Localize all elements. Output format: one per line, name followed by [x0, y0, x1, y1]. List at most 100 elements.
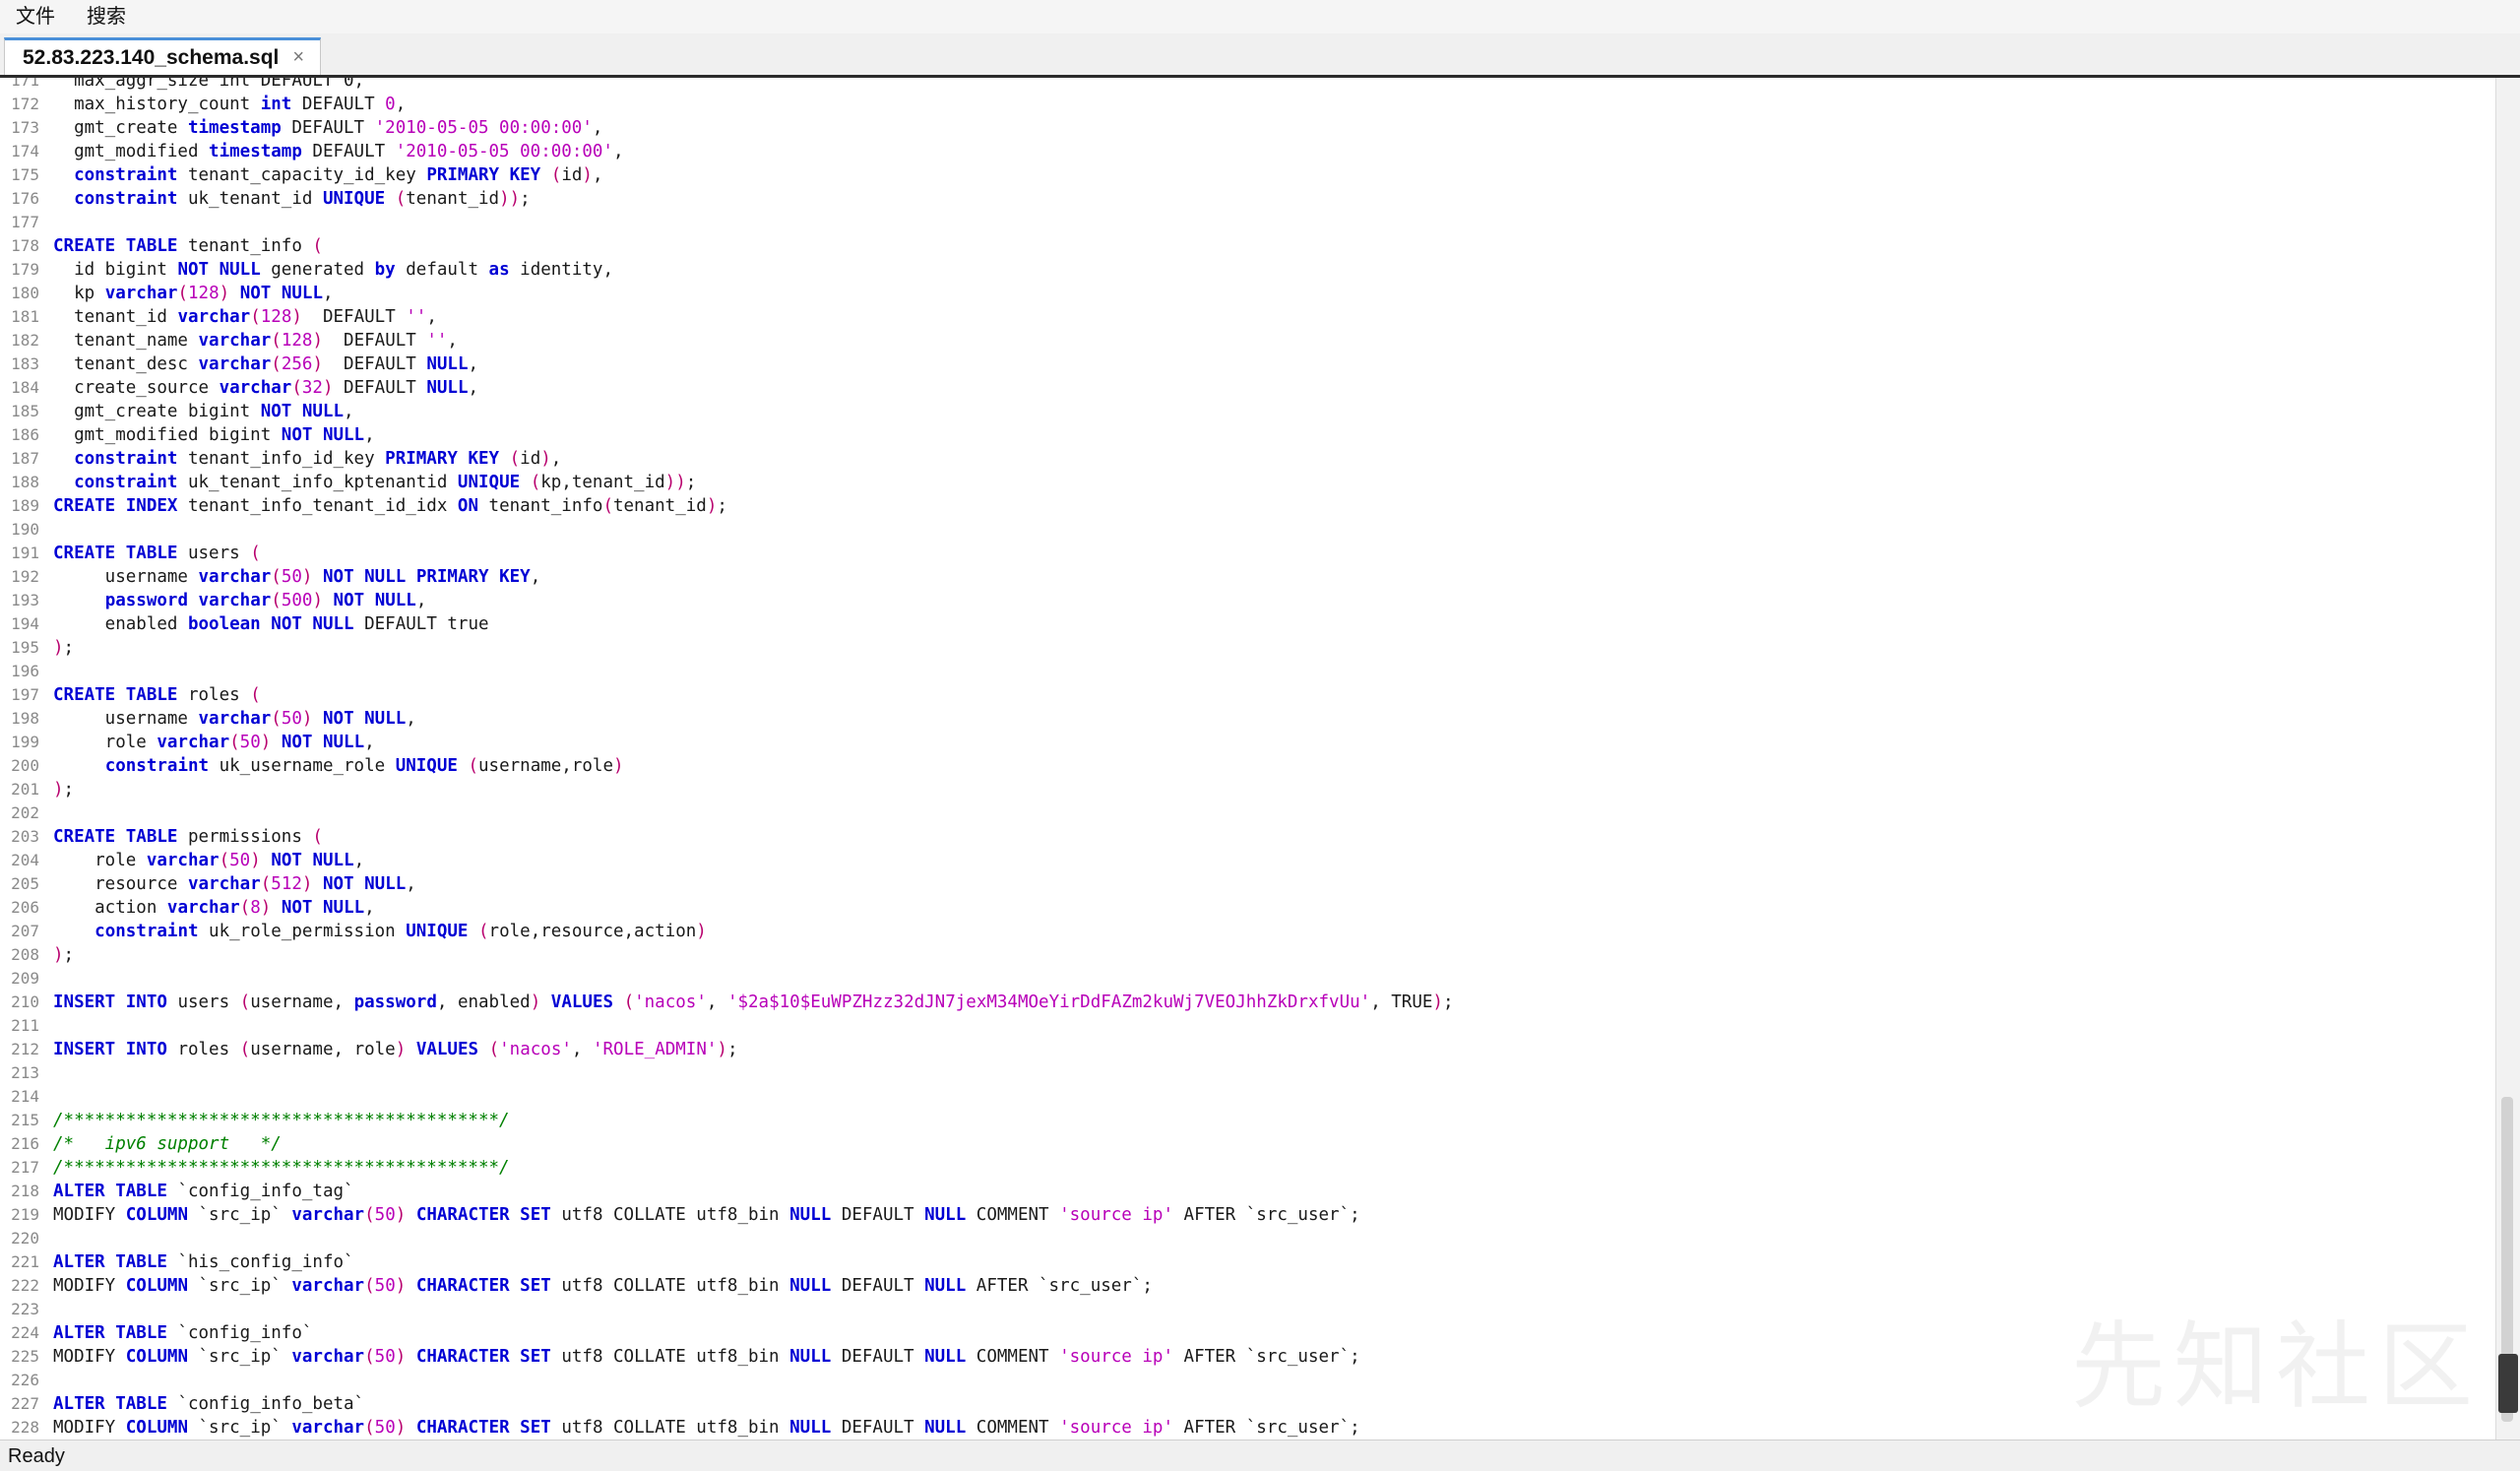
code-line: 199 role varchar(50) NOT NULL,	[0, 731, 2496, 754]
line-number: 201	[11, 780, 39, 799]
status-bar: Ready	[0, 1440, 2520, 1471]
code-line: 179 id bigint NOT NULL generated by defa…	[0, 258, 2496, 282]
code-line: 211	[0, 1014, 2496, 1038]
line-code: constraint uk_username_role UNIQUE (user…	[53, 754, 624, 778]
code-token: (	[395, 189, 407, 209]
code-token: NOT NULL	[271, 851, 354, 870]
code-token: VALUES	[415, 1040, 479, 1059]
code-token: MODIFY	[53, 1418, 126, 1438]
menu-file[interactable]: 文件	[0, 0, 71, 33]
code-token: username,	[250, 992, 354, 1012]
code-token: (	[468, 756, 479, 776]
line-code: CREATE TABLE users (	[53, 542, 261, 565]
code-token: )	[301, 874, 313, 894]
code-token: NULL	[789, 1205, 832, 1225]
code-token: )	[322, 378, 334, 398]
line-code: gmt_create timestamp DEFAULT '2010-05-05…	[53, 116, 602, 140]
code-token: 'source ip'	[1059, 1418, 1173, 1438]
code-token: )	[53, 780, 64, 800]
code-token: timestamp	[187, 118, 282, 138]
line-number: 208	[11, 945, 39, 964]
code-token: NOT NULL	[177, 260, 261, 280]
code-token: (	[239, 898, 251, 918]
close-icon[interactable]: ×	[292, 46, 304, 69]
line-number: 191	[11, 544, 39, 562]
code-token: varchar	[198, 591, 272, 610]
code-token: DEFAULT	[301, 307, 407, 327]
line-number: 217	[11, 1158, 39, 1177]
code-line: 204 role varchar(50) NOT NULL,	[0, 849, 2496, 872]
code-line: 207 constraint uk_role_permission UNIQUE…	[0, 920, 2496, 943]
code-token: )	[717, 1040, 727, 1059]
line-number: 205	[11, 874, 39, 893]
code-editor[interactable]: 171 max_aggr_size int DEFAULT 0, 172 max_…	[0, 78, 2496, 1440]
code-token: '2010-05-05 00:00:00'	[374, 118, 593, 138]
code-line: 178 CREATE TABLE tenant_info (	[0, 234, 2496, 258]
code-token: password	[353, 992, 437, 1012]
code-token: varchar	[291, 1418, 365, 1438]
code-token: uk_tenant_id	[177, 189, 323, 209]
code-token: utf8 COLLATE utf8_bin	[550, 1205, 790, 1225]
code-line: 188 constraint uk_tenant_info_kptenantid…	[0, 471, 2496, 494]
line-code: /* ipv6 support */	[53, 1132, 282, 1156]
code-token: `his_config_info`	[166, 1252, 354, 1272]
code-token: NOT NULL	[260, 402, 345, 421]
code-token: ;	[520, 189, 531, 209]
menu-search[interactable]: 搜索	[71, 0, 142, 33]
line-code: tenant_id varchar(128) DEFAULT '',	[53, 305, 437, 329]
code-token: role,resource,action	[488, 922, 697, 941]
code-token: NOT NULL	[322, 874, 407, 894]
code-token: (	[271, 567, 282, 587]
code-token: (	[602, 496, 613, 516]
code-token: ;	[726, 1040, 738, 1059]
code-token: boolean	[187, 614, 261, 634]
code-token: INSERT INTO	[53, 1040, 167, 1059]
code-token: NOT NULL	[281, 898, 365, 918]
code-token: username	[53, 709, 199, 729]
code-line: 213	[0, 1061, 2496, 1085]
scroll-grip-handle[interactable]	[2498, 1354, 2518, 1413]
menu-bar: 文件 搜索	[0, 0, 2520, 33]
code-token: )	[395, 1418, 407, 1438]
line-number: 195	[11, 638, 39, 657]
line-number: 219	[11, 1205, 39, 1224]
line-number: 224	[11, 1323, 39, 1342]
line-number: 216	[11, 1134, 39, 1153]
code-token: PRIMARY KEY	[385, 449, 500, 469]
tab-bar: 52.83.223.140_schema.sql ×	[0, 33, 2520, 78]
code-token: , enabled	[436, 992, 531, 1012]
line-number: 220	[11, 1229, 39, 1248]
code-token: NOT NULL	[271, 614, 354, 634]
line-number: 177	[11, 213, 39, 231]
code-token: )	[582, 165, 593, 185]
code-token: NOT NULL	[323, 709, 407, 729]
code-line: 187 constraint tenant_info_id_key PRIMAR…	[0, 447, 2496, 471]
code-token: ON	[457, 496, 478, 516]
code-token: kp	[53, 284, 105, 303]
line-number: 182	[11, 331, 39, 350]
code-token: 50	[374, 1347, 396, 1367]
code-token: UNIQUE	[322, 189, 386, 209]
line-number: 210	[11, 992, 39, 1011]
line-number: 180	[11, 284, 39, 302]
watermark: 先知社区	[2071, 1312, 2481, 1422]
code-token: uk_tenant_info_kptenantid	[177, 473, 458, 492]
code-token: (	[239, 992, 251, 1012]
line-number: 200	[11, 756, 39, 775]
code-token: DEFAULT	[333, 378, 427, 398]
tab-schema-file[interactable]: 52.83.223.140_schema.sql ×	[4, 37, 321, 75]
code-line: 210 INSERT INTO users (username, password…	[0, 991, 2496, 1014]
code-token: )	[395, 1276, 407, 1296]
vertical-scrollbar[interactable]	[2495, 78, 2520, 1440]
code-line: 209	[0, 967, 2496, 991]
code-token: INSERT INTO	[53, 992, 167, 1012]
line-code: enabled boolean NOT NULL DEFAULT true	[53, 612, 489, 636]
line-number: 203	[11, 827, 39, 846]
code-token: tenant_id	[53, 307, 178, 327]
